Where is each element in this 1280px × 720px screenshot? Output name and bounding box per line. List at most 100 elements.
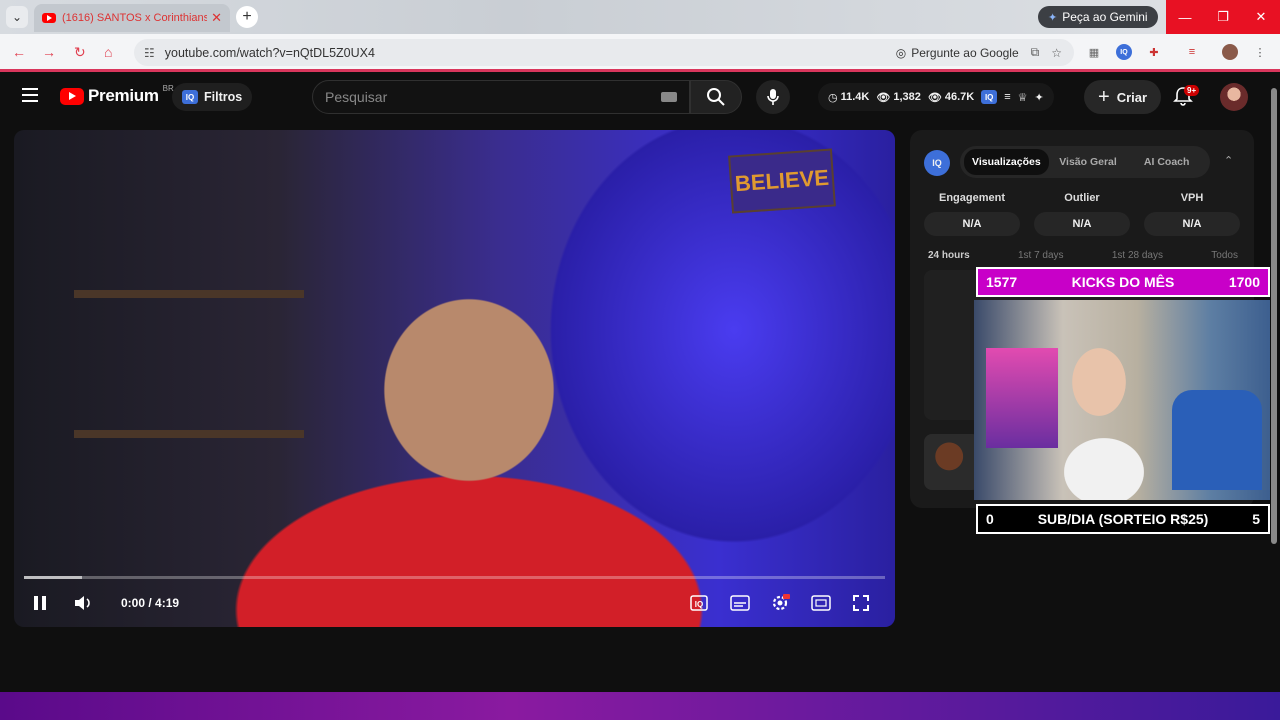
- reload-icon[interactable]: ↻: [74, 44, 86, 61]
- period-7d[interactable]: 1st 7 days: [1018, 250, 1064, 261]
- browser-tab-active[interactable]: (1616) SANTOS x Corinthians: ✕: [34, 4, 230, 32]
- chevron-up-icon[interactable]: ⌃: [1224, 154, 1233, 167]
- metric-value: N/A: [1144, 212, 1240, 236]
- gemini-button[interactable]: ✦ Peça ao Gemini: [1038, 6, 1158, 28]
- iq-icon[interactable]: IQ: [981, 90, 998, 104]
- volume-icon[interactable]: [71, 591, 95, 615]
- time-display: 0:00 / 4:19: [121, 596, 180, 610]
- maximize-button[interactable]: ❐: [1204, 0, 1242, 34]
- install-icon[interactable]: ⧉: [1031, 45, 1040, 60]
- settings-gear-icon[interactable]: [768, 591, 792, 615]
- metric-engagement: Engagement N/A: [924, 192, 1020, 236]
- close-window-button[interactable]: ✕: [1242, 0, 1280, 34]
- search-input[interactable]: Pesquisar: [325, 89, 661, 105]
- tab-ai-coach[interactable]: AI Coach: [1127, 149, 1206, 175]
- metric-label: Outlier: [1064, 192, 1100, 204]
- believe-sign: BELIEVE: [728, 148, 836, 214]
- ask-google-label: Pergunte ao Google: [911, 45, 1019, 60]
- background-shelf: [74, 430, 304, 438]
- tab-close-icon[interactable]: ✕: [211, 10, 222, 26]
- sub-title: SUB/DIA (SORTEIO R$25): [1037, 511, 1209, 527]
- page-scrollbar[interactable]: [1270, 88, 1278, 544]
- period-28d[interactable]: 1st 28 days: [1112, 250, 1163, 261]
- filtros-button[interactable]: IQ Filtros: [172, 83, 253, 111]
- player-controls: 0:00 / 4:19 IQ: [14, 579, 895, 627]
- subtitles-icon[interactable]: [728, 591, 752, 615]
- site-info-icon[interactable]: ☷: [144, 46, 155, 60]
- stat-views-total: 👁 46.7K: [928, 91, 974, 104]
- minimize-button[interactable]: —: [1166, 0, 1204, 34]
- metric-label: Engagement: [938, 192, 1005, 204]
- youtube-header: Premium BR IQ Filtros Pesquisar ◷ 11.4K 👁…: [0, 75, 1280, 119]
- tab-visao-geral[interactable]: Visão Geral: [1049, 149, 1128, 175]
- ask-google-button[interactable]: ◎ Pergunte ao Google: [896, 46, 1019, 60]
- related-video-thumbnail[interactable]: [924, 434, 980, 490]
- period-all[interactable]: Todos: [1211, 250, 1238, 261]
- bookmark-star-icon[interactable]: ☆: [1051, 46, 1062, 60]
- metric-value: N/A: [1034, 212, 1130, 236]
- eye-icon: 👁: [927, 91, 942, 104]
- voice-search-button[interactable]: [756, 80, 790, 114]
- iq-logo-icon: IQ: [924, 150, 950, 176]
- miniplayer-icon[interactable]: [809, 591, 833, 615]
- kicks-goal: 1700: [1228, 274, 1260, 290]
- clock-icon: ◷: [828, 91, 838, 104]
- search-box[interactable]: Pesquisar: [312, 80, 690, 114]
- sub-counter-overlay: 0 SUB/DIA (SORTEIO R$25) 5: [976, 504, 1270, 534]
- list-icon[interactable]: ≡: [1004, 91, 1010, 103]
- address-bar-row: ← → ↻ ⌂ ☷ youtube.com/watch?v=nQtDL5Z0UX…: [0, 34, 1280, 72]
- youtube-favicon-icon: [42, 13, 56, 23]
- youtube-premium-logo[interactable]: Premium BR: [60, 84, 174, 106]
- home-icon[interactable]: ⌂: [104, 44, 112, 60]
- url-text[interactable]: youtube.com/watch?v=nQtDL5Z0UX4: [165, 46, 896, 60]
- window-controls: — ❐ ✕: [1166, 0, 1280, 34]
- extension-translate-icon[interactable]: ▦: [1086, 44, 1102, 60]
- omnibox[interactable]: ☷ youtube.com/watch?v=nQtDL5Z0UX4 ◎ Perg…: [134, 39, 1074, 66]
- kicks-title: KICKS DO MÊS: [1071, 274, 1175, 290]
- period-selector: 24 hours 1st 7 days 1st 28 days Todos: [928, 250, 1238, 261]
- iq-player-icon[interactable]: IQ: [687, 591, 711, 615]
- sub-current: 0: [986, 511, 994, 527]
- sparkle-icon[interactable]: ✦: [1034, 91, 1043, 104]
- create-button[interactable]: + Criar: [1084, 80, 1162, 114]
- plus-icon: +: [1098, 86, 1110, 108]
- metric-label: VPH: [1180, 192, 1204, 204]
- tab-search-button[interactable]: ⌄: [6, 6, 28, 28]
- svg-text:IQ: IQ: [695, 600, 703, 609]
- video-player[interactable]: BELIEVE 0:00 / 4:19 IQ: [14, 130, 895, 627]
- stat-views: 👁 1,382: [876, 91, 921, 104]
- youtube-play-icon: [60, 87, 84, 105]
- search-button[interactable]: [690, 80, 742, 114]
- scrollbar-thumb[interactable]: [1271, 88, 1277, 544]
- tab-visualizacoes[interactable]: Visualizações: [964, 149, 1049, 175]
- pause-icon[interactable]: [28, 591, 52, 615]
- create-label: Criar: [1116, 89, 1148, 105]
- keyboard-icon[interactable]: [661, 92, 677, 102]
- stat-clock: ◷ 11.4K: [828, 91, 869, 104]
- trophy-icon[interactable]: ♕: [1018, 91, 1028, 104]
- sub-goal: 5: [1252, 511, 1260, 527]
- profile-avatar[interactable]: [1222, 44, 1238, 60]
- kicks-current: 1577: [986, 274, 1018, 290]
- notifications-button[interactable]: 9+: [1172, 85, 1200, 111]
- extension-iq-icon[interactable]: IQ: [1116, 44, 1132, 60]
- search-icon: [707, 88, 725, 106]
- metric-outlier: Outlier N/A: [1034, 192, 1130, 236]
- extension-puzzle-icon[interactable]: ✚: [1146, 44, 1162, 60]
- microphone-icon: [767, 89, 779, 105]
- gemini-spark-icon: ✦: [1048, 11, 1058, 24]
- new-tab-button[interactable]: +: [236, 6, 258, 28]
- webcam-overlay: [974, 300, 1270, 500]
- period-24h[interactable]: 24 hours: [928, 250, 970, 261]
- browser-menu-icon[interactable]: ⋮: [1252, 44, 1268, 60]
- stat-value-c: 46.7K: [944, 91, 975, 103]
- background-shelf: [74, 290, 304, 298]
- forward-arrow-icon[interactable]: →: [42, 44, 56, 60]
- tab-title: (1616) SANTOS x Corinthians:: [62, 12, 208, 24]
- hamburger-menu-icon[interactable]: [22, 88, 38, 102]
- media-icon[interactable]: ≡: [1184, 44, 1200, 60]
- back-arrow-icon[interactable]: ←: [12, 44, 26, 60]
- fullscreen-icon[interactable]: [849, 591, 873, 615]
- account-avatar[interactable]: [1220, 83, 1248, 111]
- browser-tabstrip: ⌄ (1616) SANTOS x Corinthians: ✕ + ✦ Peç…: [0, 0, 1280, 34]
